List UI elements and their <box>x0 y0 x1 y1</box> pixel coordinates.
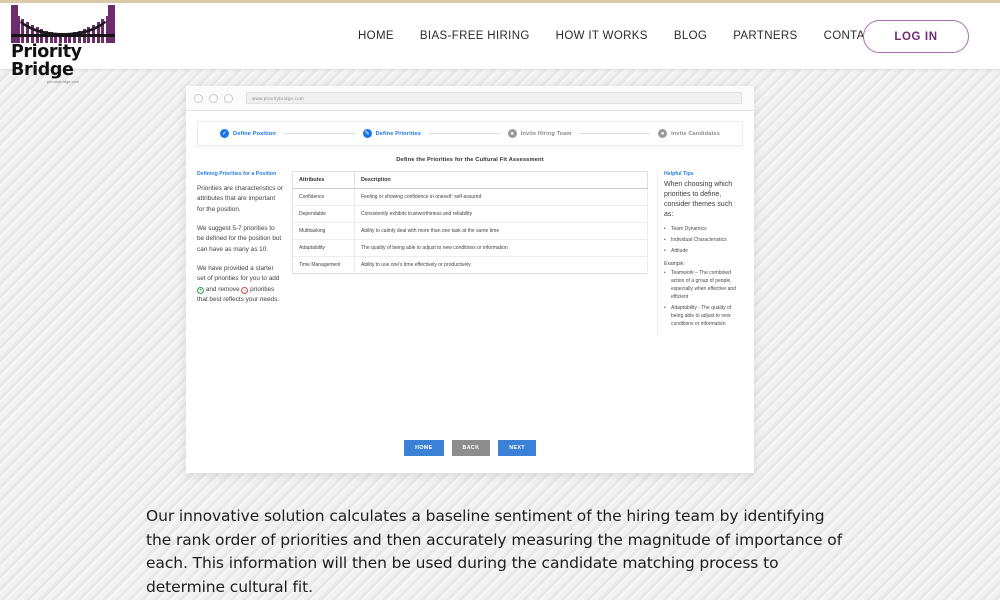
bridge-deck <box>11 34 115 37</box>
logo-url: prioritybridge.com <box>46 80 80 84</box>
bridge-tower-left <box>11 5 18 43</box>
example-list: Teamwork – The combined action of a grou… <box>664 269 743 329</box>
table-row[interactable]: Confidence Feeling or showing confidence… <box>292 188 648 206</box>
column-header-description: Description <box>354 171 648 189</box>
cell-attribute: Time Management <box>292 256 355 274</box>
list-item: Attitude <box>664 247 743 255</box>
home-button[interactable]: HOME <box>404 440 444 456</box>
wizard-button-row: HOME BACK NEXT <box>186 440 754 456</box>
example-title: Example: <box>664 260 685 267</box>
browser-url-text: www.prioritybridge.com <box>252 95 304 101</box>
browser-chrome-bar: www.prioritybridge.com <box>186 86 754 111</box>
tips-theme-list: Team Dynamics Individual Characteristics… <box>664 225 743 255</box>
site-logo[interactable]: Priority Bridge prioritybridge.com <box>11 5 115 84</box>
bridge-icon <box>11 5 115 43</box>
nav-item-bias-free-hiring[interactable]: BIAS-FREE HIRING <box>407 24 543 48</box>
next-button[interactable]: NEXT <box>498 440 536 456</box>
tips-heading: Helpful Tips <box>664 171 694 177</box>
add-priority-icon[interactable]: + <box>197 286 204 294</box>
nav-item-blog[interactable]: BLOG <box>661 24 720 48</box>
bridge-tower-right <box>108 5 115 43</box>
right-tips-panel: Helpful Tips When choosing which priorit… <box>657 171 743 335</box>
content-columns: Defining Priorities for a Position Prior… <box>197 171 743 335</box>
left-panel-paragraph-3-mid: and remove <box>205 285 240 293</box>
table-header-row: Attributes Description <box>292 171 648 189</box>
circle-icon-candidates: ● <box>658 129 668 138</box>
step-connector-1 <box>283 133 355 134</box>
check-icon: ✓ <box>220 129 229 138</box>
priorities-table: Attributes Description Confidence Feelin… <box>292 171 648 274</box>
left-panel-heading: Defining Priorities for a Position <box>197 171 277 177</box>
nav-item-home[interactable]: HOME <box>345 24 407 48</box>
logo-wordmark: Priority Bridge <box>11 42 82 80</box>
nav-item-partners[interactable]: PARTNERS <box>720 24 810 48</box>
table-row[interactable]: Multitasking Ability to calmly deal with… <box>292 222 648 240</box>
step-invite-candidates[interactable]: ● Invite Candidates <box>658 129 720 138</box>
login-button[interactable]: LOG IN <box>863 20 969 53</box>
back-button[interactable]: BACK <box>451 440 491 456</box>
header-shadow <box>0 69 1000 72</box>
pencil-icon: ✎ <box>362 129 372 138</box>
table-row[interactable]: Time Management Ability to use one's tim… <box>292 256 648 274</box>
nav-item-how-it-works[interactable]: HOW IT WORKS <box>543 24 661 48</box>
step-label-define-position: Define Position <box>233 130 276 137</box>
step-label-invite-candidates: Invite Candidates <box>671 130 720 137</box>
site-header: Priority Bridge prioritybridge.com HOME … <box>0 3 1000 84</box>
table-row[interactable]: Dependable Consistently exhibits trustwo… <box>292 205 648 223</box>
left-help-panel: Defining Priorities for a Position Prior… <box>197 171 283 335</box>
remove-priority-icon[interactable]: − <box>241 286 249 294</box>
browser-dot-close[interactable] <box>194 93 203 103</box>
cell-attribute: Adaptability <box>292 239 355 257</box>
cell-description: Feeling or showing confidence in oneself… <box>354 188 648 206</box>
list-item: Adaptability - The quality of being able… <box>664 304 743 328</box>
cell-attribute: Multitasking <box>292 222 355 240</box>
tips-intro: When choosing which priorities to define… <box>664 181 733 219</box>
main-navigation: HOME BIAS-FREE HIRING HOW IT WORKS BLOG … <box>345 3 894 69</box>
step-connector-2 <box>429 133 500 134</box>
step-connector-3 <box>579 133 651 134</box>
browser-viewport: ✓ Define Position ✎ Define Priorities ● … <box>186 111 754 473</box>
step-define-position[interactable]: ✓ Define Position <box>220 129 276 138</box>
step-label-define-priorities: Define Priorities <box>375 130 422 137</box>
browser-dot-minimize[interactable] <box>209 93 218 103</box>
browser-url-bar[interactable]: www.prioritybridge.com <box>246 92 742 104</box>
cell-description: Consistently exhibits trustworthiness an… <box>354 205 648 223</box>
cell-description: The quality of being able to adjust to n… <box>354 239 648 257</box>
list-item: Teamwork – The combined action of a grou… <box>664 269 743 301</box>
step-invite-hiring-team[interactable]: ● Invite Hiring Team <box>507 129 572 138</box>
marketing-paragraph: Our innovative solution calculates a bas… <box>146 507 843 596</box>
left-panel-paragraph-3: We have provided a starter set of priori… <box>197 264 283 306</box>
list-item: Team Dynamics <box>664 225 743 233</box>
wizard-stepper: ✓ Define Position ✎ Define Priorities ● … <box>197 121 743 146</box>
browser-mockup: www.prioritybridge.com ✓ Define Position… <box>186 86 754 473</box>
left-panel-paragraph-3-before: We have provided a starter set of priori… <box>197 265 280 283</box>
top-accent-bar <box>0 0 1000 3</box>
cell-attribute: Dependable <box>292 205 355 223</box>
circle-icon-hiring-team: ● <box>507 129 517 138</box>
cell-description: Ability to calmly deal with more than on… <box>354 222 648 240</box>
column-header-attributes: Attributes <box>292 171 355 189</box>
left-panel-paragraph-1: Priorities are characteristics or attrib… <box>197 184 283 213</box>
step-label-invite-hiring-team: Invite Hiring Team <box>520 130 572 137</box>
cell-description: Ability to use one's time effectively or… <box>354 256 648 274</box>
left-panel-paragraph-2: We suggest 5-7 priorities to be defined … <box>197 224 282 253</box>
table-row[interactable]: Adaptability The quality of being able t… <box>292 239 648 257</box>
priorities-table-container: Attributes Description Confidence Feelin… <box>292 171 648 335</box>
browser-dot-maximize[interactable] <box>224 93 233 103</box>
step-define-priorities[interactable]: ✎ Define Priorities <box>362 129 422 138</box>
cell-attribute: Confidence <box>292 188 355 206</box>
page-title: Define the Priorities for the Cultural F… <box>396 157 544 163</box>
list-item: Individual Characteristics <box>664 236 743 244</box>
